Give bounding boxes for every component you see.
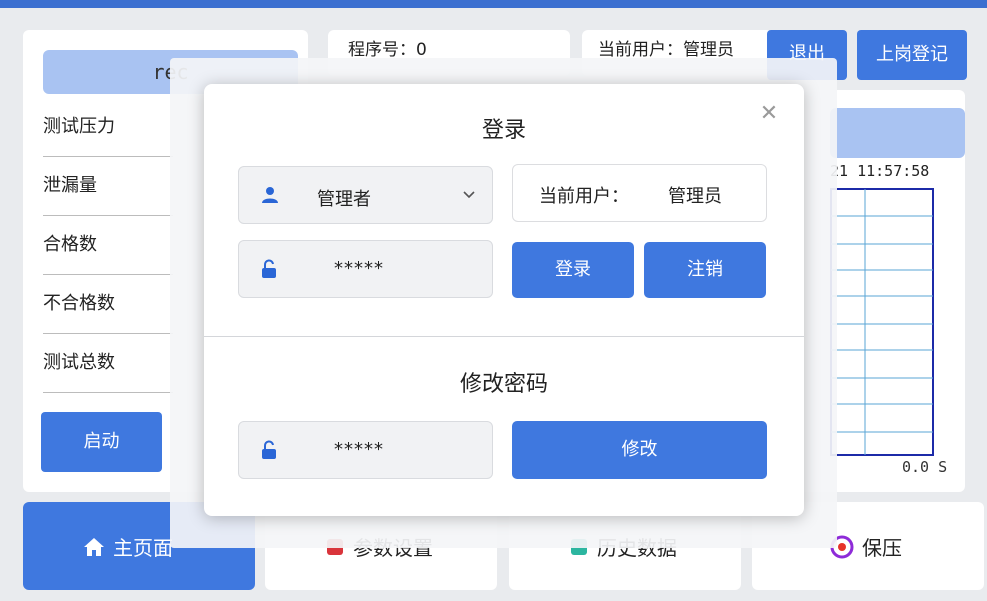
chart-x-value: 0.0 S (902, 458, 948, 476)
current-user-label: 当前用户： (539, 186, 629, 207)
row-fail-count: 不合格数 (43, 275, 173, 334)
modify-button[interactable]: 修改 (512, 421, 767, 479)
chevron-down-icon (463, 191, 475, 199)
close-icon[interactable]: ✕ (757, 102, 781, 126)
change-password-title: 修改密码 (459, 372, 548, 397)
new-password-field[interactable]: ***** (238, 421, 493, 479)
user-icon (262, 187, 278, 203)
post-login-button[interactable]: 上岗登记 (857, 30, 967, 80)
row-pass-count: 合格数 (43, 216, 173, 275)
top-accent-bar (0, 0, 987, 8)
password-value: ***** (334, 258, 384, 279)
home-icon (84, 537, 104, 556)
chart-plot (830, 188, 934, 456)
user-select[interactable]: 管理者 (238, 166, 493, 224)
start-button[interactable]: 启动 (41, 412, 162, 472)
row-total-count: 测试总数 (43, 334, 173, 393)
logout-button[interactable]: 注销 (644, 242, 766, 298)
user-select-value: 管理者 (317, 189, 371, 210)
password-field[interactable]: ***** (238, 240, 493, 298)
login-dialog: 登录 ✕ 管理者 ***** 当前用户： 管理员 登录 注销 修改密码 ****… (204, 84, 804, 516)
row-test-pressure: 测试压力 (43, 98, 173, 157)
unlock-icon (262, 440, 276, 459)
chart-frame (830, 188, 934, 456)
nav-home-label: 主页面 (113, 536, 173, 560)
current-user-value: 管理员 (668, 186, 722, 207)
login-button[interactable]: 登录 (512, 242, 634, 298)
current-user-box: 当前用户： 管理员 (512, 164, 767, 222)
chart-header-chip (830, 108, 965, 158)
chart-timestamp: 21 11:57:58 (830, 162, 930, 180)
unlock-icon (262, 259, 276, 278)
nav-hold-label: 保压 (862, 536, 902, 560)
dialog-title: 登录 (481, 118, 526, 143)
row-leakage: 泄漏量 (43, 157, 173, 216)
new-password-value: ***** (334, 439, 384, 460)
section-divider (204, 336, 804, 337)
